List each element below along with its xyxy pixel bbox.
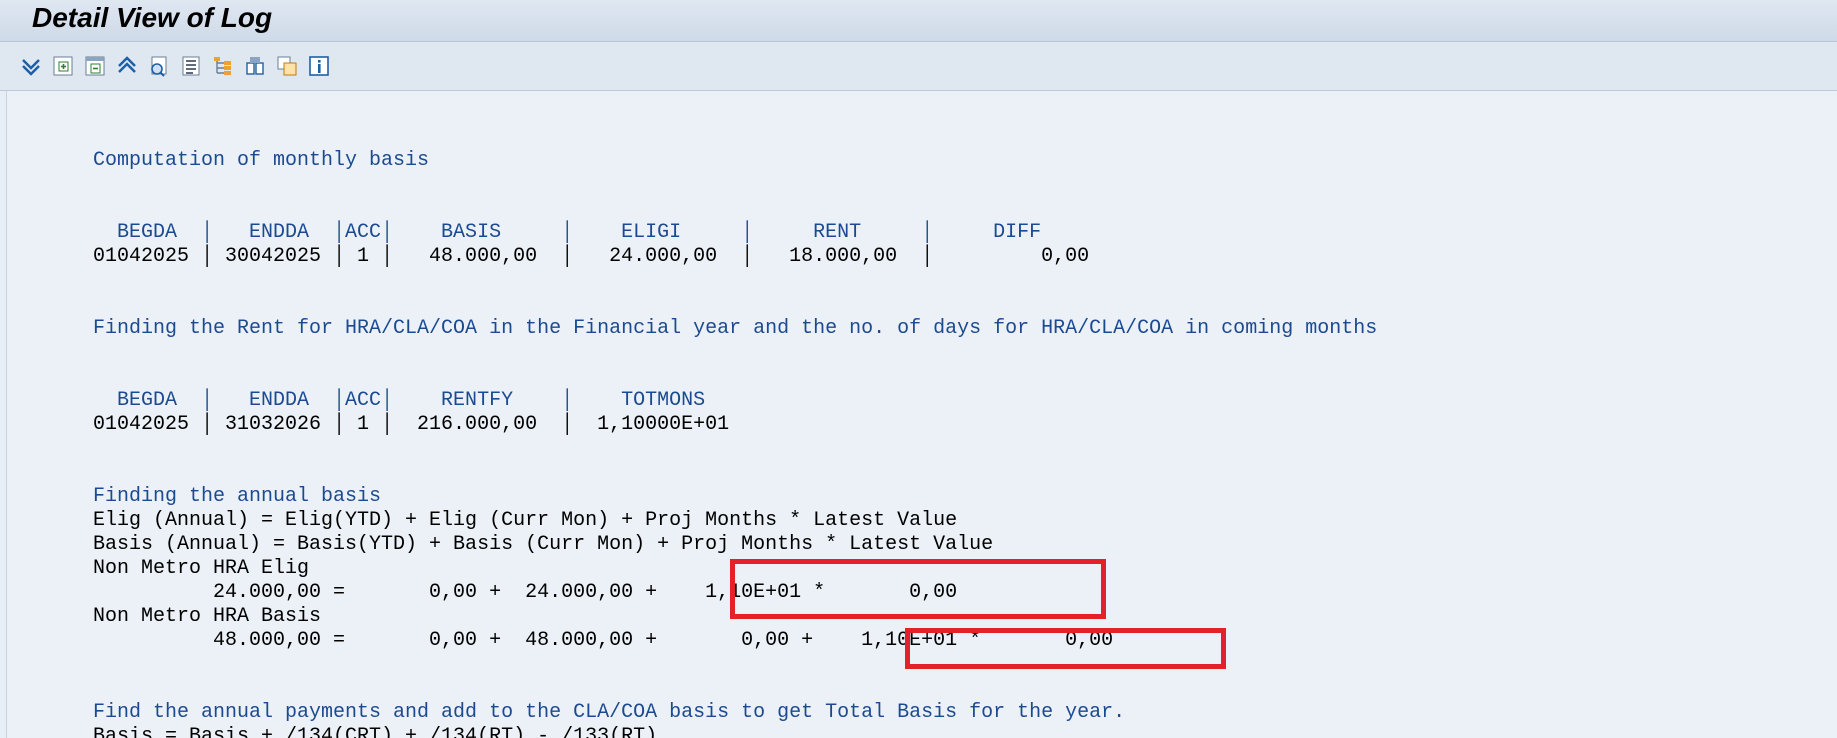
- formula-elig-annual: Elig (Annual) = Elig(YTD) + Elig (Curr M…: [93, 509, 958, 532]
- collapse-all-icon[interactable]: [114, 53, 140, 79]
- table-row-monthly-basis: 01042025 │ 30042025 │ 1 │ 48.000,00 │ 24…: [93, 245, 1090, 268]
- section-title-annual-payments: Find the annual payments and add to the …: [93, 701, 1126, 724]
- label-non-metro-hra-basis: Non Metro HRA Basis: [93, 605, 322, 628]
- table-row-rent: 01042025 │ 31032026 │ 1 │ 216.000,00 │ 1…: [93, 413, 730, 436]
- log-content-area: Computation of monthly basis BEGDA │ END…: [6, 91, 1837, 738]
- list-icon[interactable]: [178, 53, 204, 79]
- formula-total-basis: Basis = Basis + /134(CRT) + /134(RT) - /…: [93, 725, 658, 738]
- navigate-icon[interactable]: [242, 53, 268, 79]
- highlight-box-basis-projection: [905, 628, 1226, 669]
- info-icon[interactable]: [306, 53, 332, 79]
- section-title-annual-basis: Finding the annual basis: [93, 485, 382, 508]
- table-header-rent: BEGDA │ ENDDA │ACC│ RENTFY │ TOTMONS: [93, 389, 706, 412]
- find-icon[interactable]: [146, 53, 172, 79]
- table-header-monthly-basis: BEGDA │ ENDDA │ACC│ BASIS │ ELIGI │ RENT…: [93, 221, 1042, 244]
- title-bar: Detail View of Log: [0, 0, 1837, 42]
- window-title: Detail View of Log: [32, 2, 273, 33]
- section-title-rent-financial-year: Finding the Rent for HRA/CLA/COA in the …: [93, 317, 1378, 340]
- formula-basis-annual: Basis (Annual) = Basis(YTD) + Basis (Cur…: [93, 533, 994, 556]
- hierarchy-icon[interactable]: [210, 53, 236, 79]
- highlight-box-elig-projection: [730, 559, 1106, 619]
- expand-all-icon[interactable]: [18, 53, 44, 79]
- expand-subtree-icon[interactable]: [50, 53, 76, 79]
- toolbar: [0, 42, 1837, 91]
- label-non-metro-hra-elig: Non Metro HRA Elig: [93, 557, 310, 580]
- copy-icon[interactable]: [274, 53, 300, 79]
- collapse-subtree-icon[interactable]: [82, 53, 108, 79]
- section-title-monthly-basis: Computation of monthly basis: [93, 149, 430, 172]
